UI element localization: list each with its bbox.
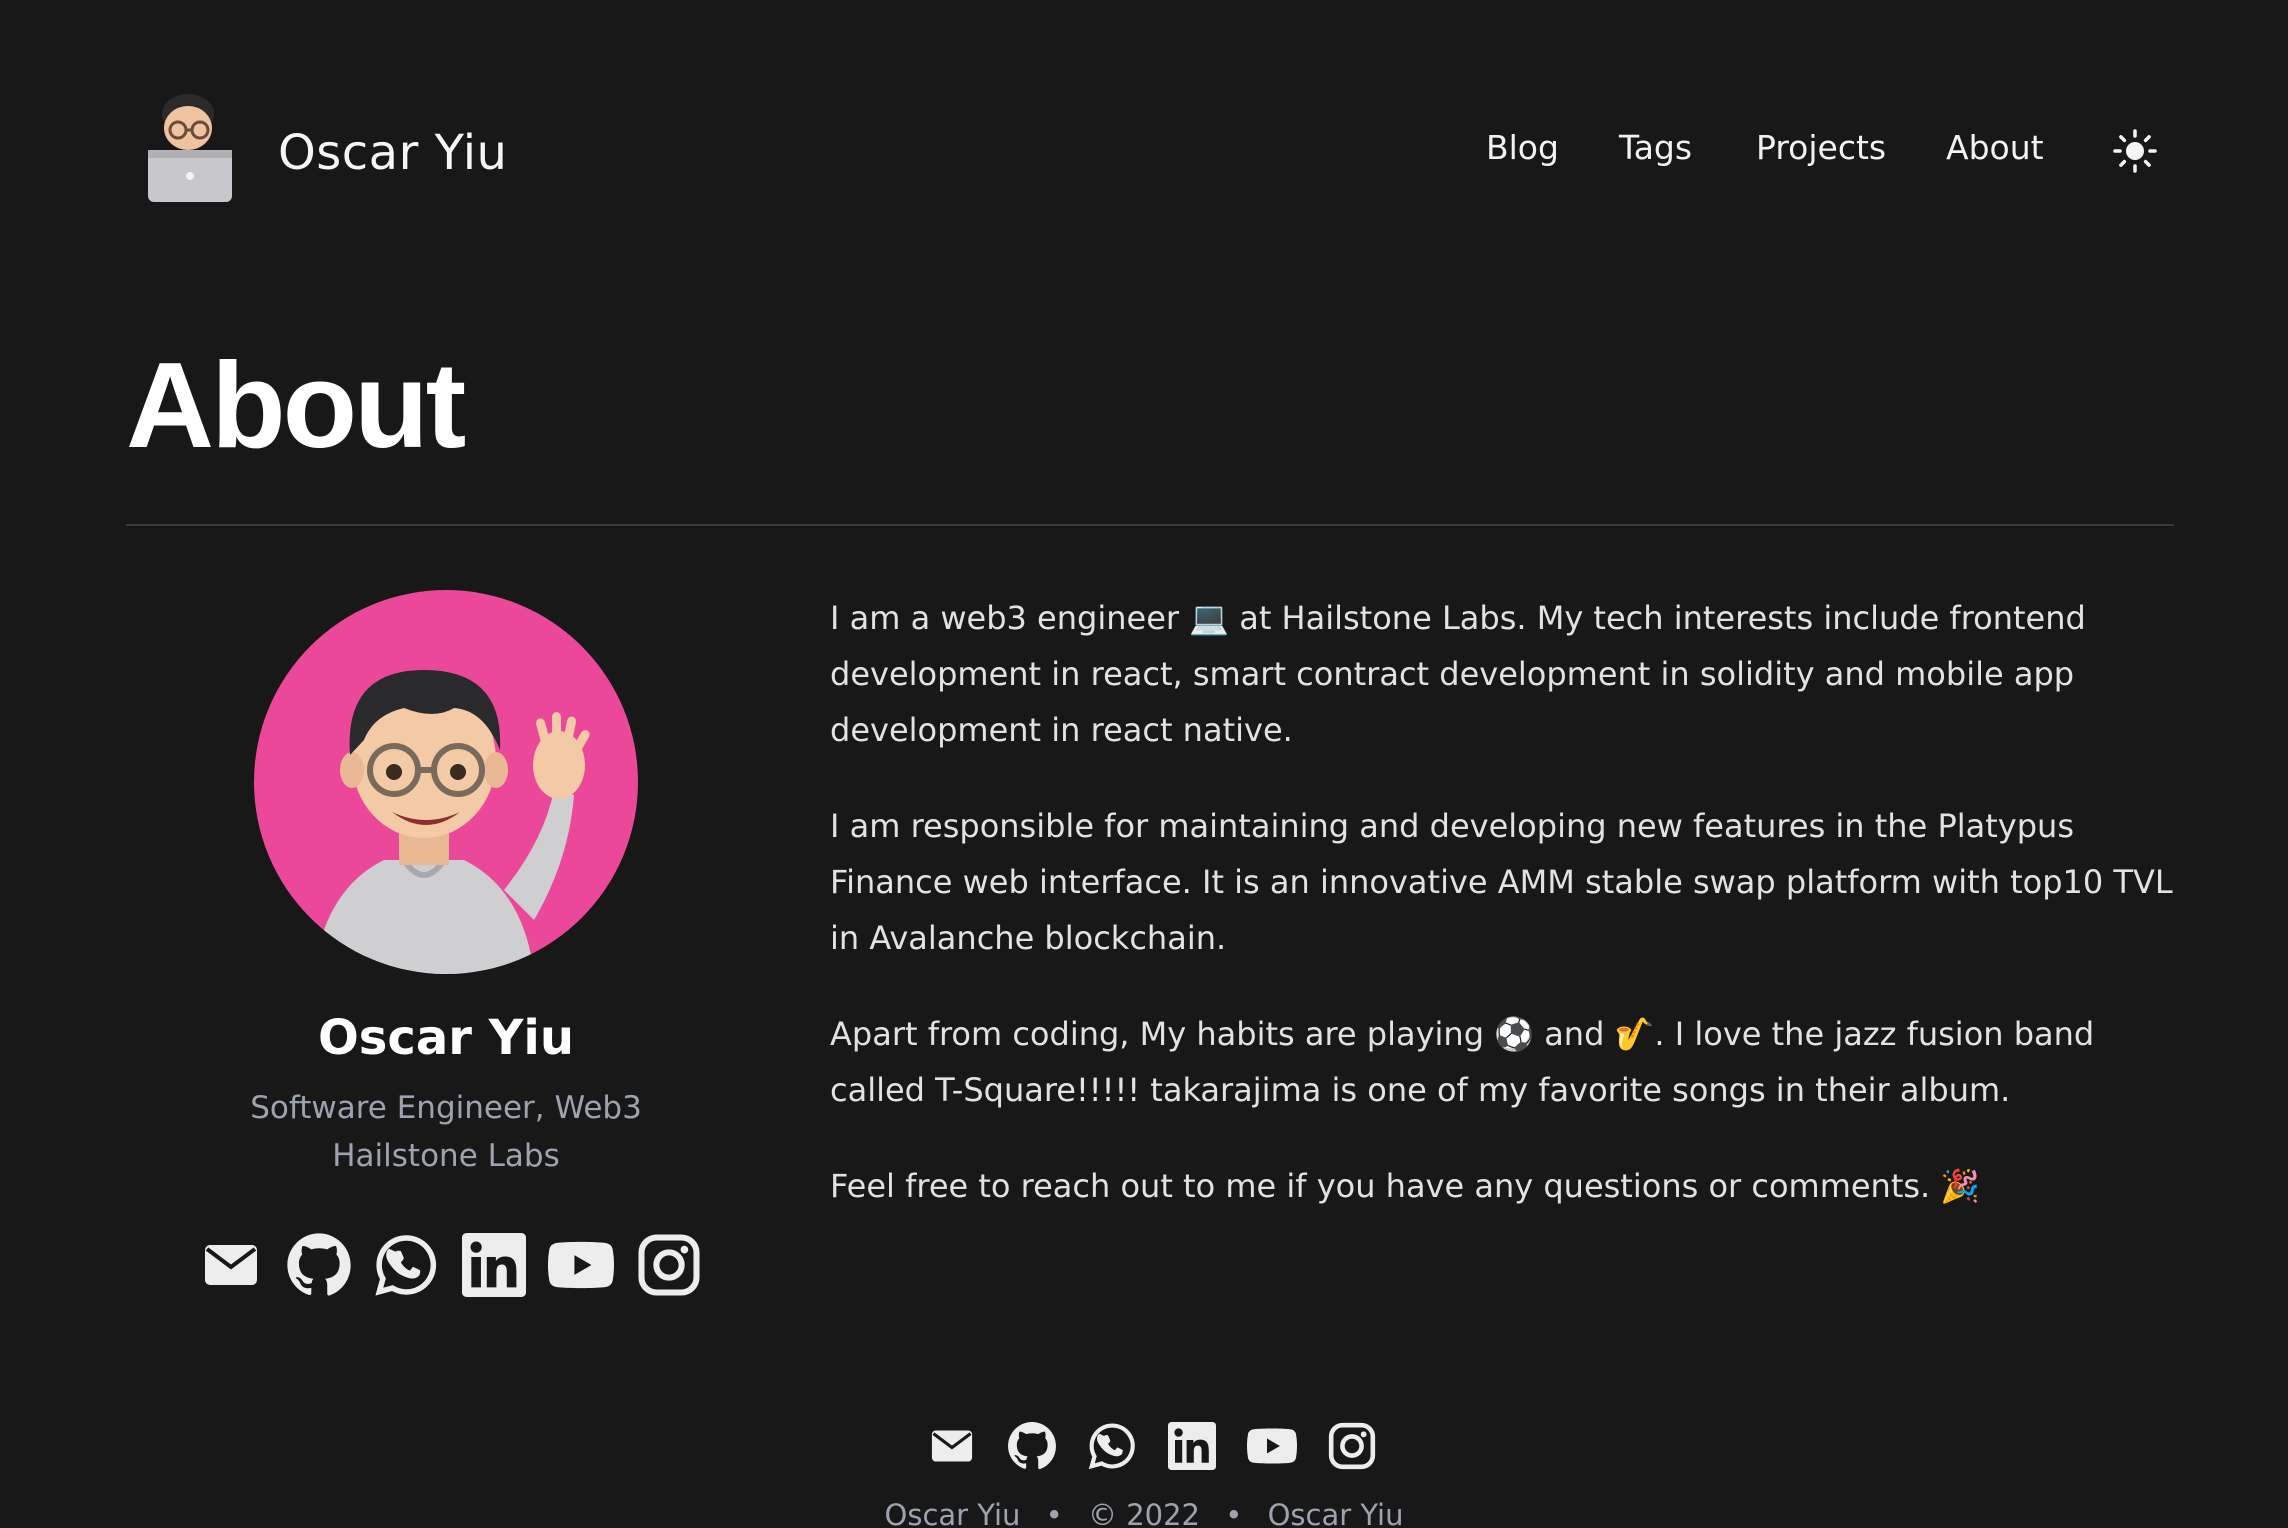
footer-author: Oscar Yiu (884, 1498, 1021, 1528)
page-title: About (126, 337, 466, 473)
instagram-icon[interactable] (634, 1230, 704, 1300)
nav-about[interactable]: About (1946, 128, 2044, 167)
profile-name: Oscar Yiu (318, 1010, 574, 1066)
party-popper-icon: 🎉 (1940, 1167, 1981, 1205)
youtube-icon[interactable] (546, 1230, 616, 1300)
main-nav: Blog Tags Projects About (0, 128, 2288, 188)
bio-paragraph: I am responsible for maintaining and dev… (830, 807, 2173, 957)
profile-role: Software Engineer, Web3 (250, 1090, 642, 1126)
youtube-icon[interactable] (1244, 1418, 1300, 1474)
about-page: Oscar Yiu Blog Tags Projects About About… (0, 0, 2288, 1528)
linkedin-icon[interactable] (1164, 1418, 1220, 1474)
laptop-icon: 💻 (1189, 599, 1230, 637)
mail-icon[interactable] (924, 1418, 980, 1474)
site-header: Oscar Yiu Blog Tags Projects About (0, 0, 2288, 300)
bio-section: I am a web3 engineer 💻 at Hailstone Labs… (830, 590, 2180, 1254)
linkedin-icon[interactable] (459, 1230, 529, 1300)
footer-site-link[interactable]: Oscar Yiu (1268, 1498, 1404, 1528)
instagram-icon[interactable] (1324, 1418, 1380, 1474)
whatsapp-icon[interactable] (1084, 1418, 1140, 1474)
nav-blog[interactable]: Blog (1486, 128, 1559, 167)
title-divider (126, 524, 2174, 526)
footer-separator: • (1045, 1498, 1063, 1528)
github-icon[interactable] (1004, 1418, 1060, 1474)
footer-social-links (924, 1418, 1380, 1474)
footer-text: Oscar Yiu • © 2022 • Oscar Yiu (0, 1498, 2288, 1528)
saxophone-icon: 🎷 (1614, 1015, 1655, 1053)
bio-paragraph: I am a web3 engineer 💻 at Hailstone Labs… (830, 599, 2086, 749)
bio-paragraph: Apart from coding, My habits are playing… (830, 1015, 2095, 1109)
footer-copyright: © 2022 (1087, 1498, 1201, 1528)
mail-icon[interactable] (196, 1230, 266, 1300)
footer-separator: • (1225, 1498, 1243, 1528)
profile-company: Hailstone Labs (332, 1138, 560, 1174)
whatsapp-icon[interactable] (371, 1230, 441, 1300)
github-icon[interactable] (284, 1230, 354, 1300)
nav-tags[interactable]: Tags (1619, 128, 1692, 167)
theme-toggle-button[interactable] (2112, 128, 2158, 174)
avatar (254, 590, 638, 974)
profile-social-links (196, 1230, 704, 1300)
bio-paragraph: Feel free to reach out to me if you have… (830, 1167, 1981, 1205)
soccer-ball-icon: ⚽ (1494, 1015, 1535, 1053)
nav-projects[interactable]: Projects (1756, 128, 1886, 167)
sun-icon (2113, 129, 2157, 173)
